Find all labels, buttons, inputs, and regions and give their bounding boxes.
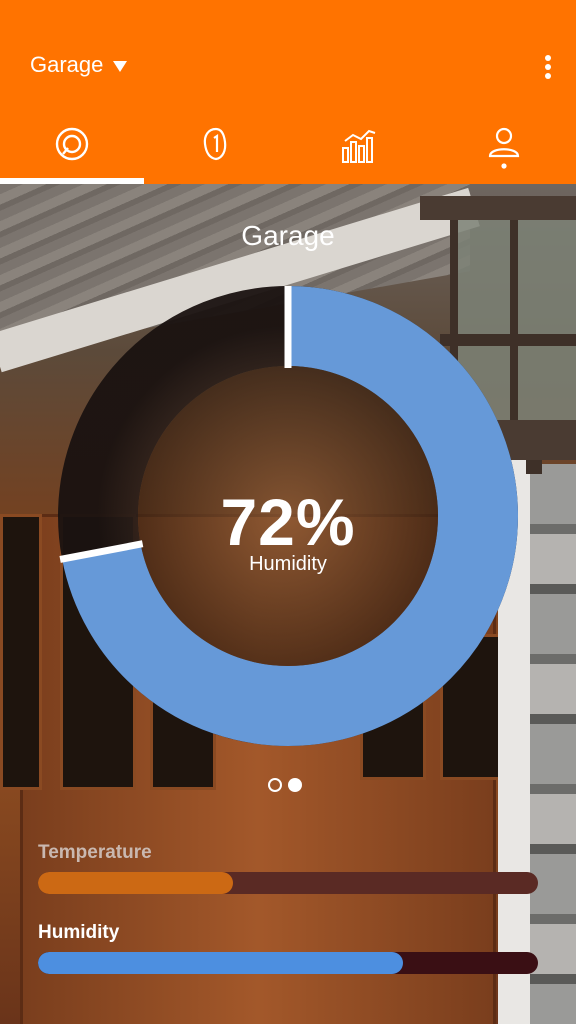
tab-sensor[interactable] <box>144 110 288 184</box>
temperature-bar <box>38 872 538 894</box>
app-header: Garage <box>0 0 576 184</box>
overflow-menu-icon[interactable] <box>536 53 560 81</box>
humidity-bar-fill <box>38 952 403 974</box>
location-selector[interactable]: Garage <box>30 52 128 78</box>
page-dot-active[interactable] <box>288 778 302 792</box>
humidity-bar <box>38 952 538 974</box>
page-indicator <box>268 778 302 792</box>
location-label: Garage <box>30 52 104 77</box>
active-tab-indicator <box>0 178 144 184</box>
user-icon <box>488 127 520 169</box>
tab-bar <box>0 110 576 184</box>
tab-dashboard[interactable] <box>0 110 144 184</box>
page-title: Garage <box>241 220 335 251</box>
tab-profile[interactable] <box>432 110 576 184</box>
dropdown-arrow-icon <box>113 60 128 72</box>
tab-statistics[interactable] <box>288 110 432 184</box>
gauge-icon <box>55 127 89 161</box>
gauge-value: 72% <box>220 485 356 559</box>
temperature-label: Temperature <box>38 842 152 863</box>
temperature-bar-fill <box>38 872 233 894</box>
gauge-label: Humidity <box>249 553 327 575</box>
sensor-icon <box>203 127 227 161</box>
humidity-label: Humidity <box>38 922 120 943</box>
bar-chart-icon <box>342 129 376 163</box>
page-dot[interactable] <box>268 778 282 792</box>
